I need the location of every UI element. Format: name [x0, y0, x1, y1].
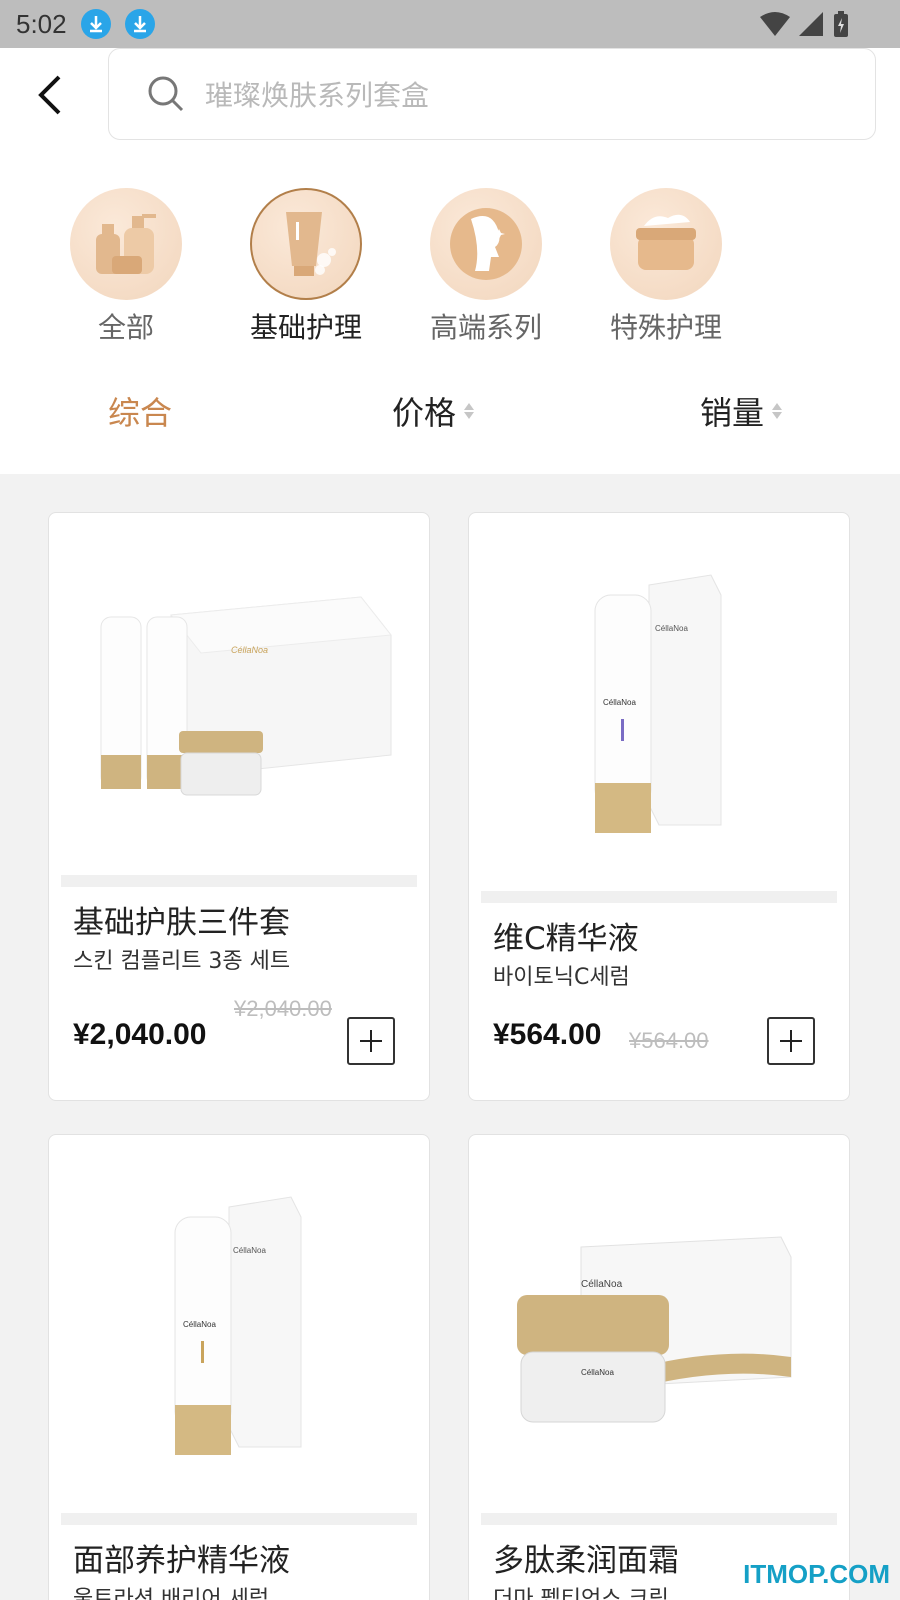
product-title: 多肽柔润面霜	[493, 1543, 679, 1579]
sort-price[interactable]: 价格	[392, 388, 475, 434]
product-card[interactable]: CéllaNoa CéllaNoa 维C精华液 바이토닉C세럼 ¥564.00 …	[468, 512, 850, 1101]
bottles-icon	[70, 188, 182, 300]
category-basic-care[interactable]: 基础护理	[236, 188, 376, 346]
sort-bar: 综合 价格 销量	[0, 388, 900, 448]
status-icons	[760, 10, 850, 38]
category-label: 特殊护理	[609, 311, 722, 344]
sort-label: 价格	[392, 394, 457, 432]
product-image: CéllaNoa CéllaNoa	[481, 525, 837, 903]
product-subtitle: 더마 펩티언스 크림	[493, 1587, 669, 1600]
product-title: 基础护肤三件套	[73, 905, 290, 941]
download-icon	[124, 9, 155, 39]
category-label: 高端系列	[429, 311, 542, 344]
product-title: 面部养护精华液	[73, 1543, 290, 1579]
product-card[interactable]: CéllaNoa 基础护肤三件套 스킨 컴플리트 3종 세트 ¥2,040.00…	[48, 512, 430, 1101]
plus-icon	[360, 1030, 382, 1052]
category-special-care[interactable]: 特殊护理	[596, 188, 736, 346]
category-label: 基础护理	[249, 311, 362, 344]
watermark: ITMOP.COM	[743, 1559, 890, 1589]
jar-brand-text: CéllaNoa	[581, 1368, 614, 1377]
tube-icon	[250, 188, 362, 300]
product-price: ¥564.00	[493, 1018, 602, 1051]
sort-label: 综合	[108, 394, 173, 432]
product-subtitle: 바이토닉C세럼	[493, 965, 630, 990]
sort-arrows-icon	[464, 403, 475, 419]
box-brand-text: CéllaNoa	[655, 624, 688, 633]
product-card[interactable]: CéllaNoa CéllaNoa 多肽柔润面霜 더마 펩티언스 크림	[468, 1134, 850, 1600]
category-all[interactable]: 全部	[56, 188, 196, 346]
wifi-icon	[760, 12, 790, 36]
chevron-left-icon	[38, 75, 61, 115]
plus-icon	[780, 1030, 802, 1052]
search-input[interactable]: 璀璨焕肤系列套盒	[108, 48, 876, 140]
sort-label: 销量	[700, 394, 765, 432]
sort-comprehensive[interactable]: 综合	[108, 388, 172, 434]
product-price: ¥2,040.00	[73, 1018, 207, 1051]
bottle-brand-text: CéllaNoa	[183, 1320, 216, 1329]
box-brand-text: CéllaNoa	[231, 645, 268, 655]
product-subtitle: 울트라션 배리어 세럼	[73, 1587, 270, 1600]
product-image: CéllaNoa CéllaNoa	[481, 1147, 837, 1525]
product-title: 维C精华液	[493, 921, 639, 957]
product-image: CéllaNoa CéllaNoa	[61, 1147, 417, 1525]
product-old-price: ¥564.00	[629, 1028, 709, 1053]
header: 璀璨焕肤系列套盒 全部 基础护理 高端系列 特殊护理 综合 价格 销量	[0, 48, 900, 474]
sort-sales[interactable]: 销量	[700, 388, 783, 434]
category-label: 全部	[97, 311, 154, 344]
box-brand-text: CéllaNoa	[233, 1246, 266, 1255]
cream-jar-icon	[610, 188, 722, 300]
product-card[interactable]: CéllaNoa CéllaNoa 面部养护精华液 울트라션 배리어 세럼	[48, 1134, 430, 1600]
battery-icon	[834, 11, 848, 37]
status-time: 5:02	[16, 8, 67, 39]
category-premium[interactable]: 高端系列	[416, 188, 556, 346]
product-image: CéllaNoa	[61, 525, 417, 887]
box-brand-text: CéllaNoa	[581, 1279, 623, 1290]
status-bar: 5:02	[0, 0, 900, 48]
search-placeholder: 璀璨焕肤系列套盒	[205, 79, 430, 112]
download-icon	[80, 9, 111, 39]
back-button[interactable]	[28, 70, 72, 120]
product-subtitle: 스킨 컴플리트 3종 세트	[73, 949, 291, 974]
add-to-cart-button[interactable]	[347, 1017, 395, 1065]
signal-icon	[799, 12, 823, 36]
add-to-cart-button[interactable]	[767, 1017, 815, 1065]
category-row: 全部 基础护理 高端系列 特殊护理	[0, 188, 900, 348]
sort-arrows-icon	[772, 403, 783, 419]
face-icon	[430, 188, 542, 300]
product-old-price: ¥2,040.00	[234, 996, 332, 1021]
search-icon	[148, 76, 184, 112]
bottle-brand-text: CéllaNoa	[603, 698, 636, 707]
